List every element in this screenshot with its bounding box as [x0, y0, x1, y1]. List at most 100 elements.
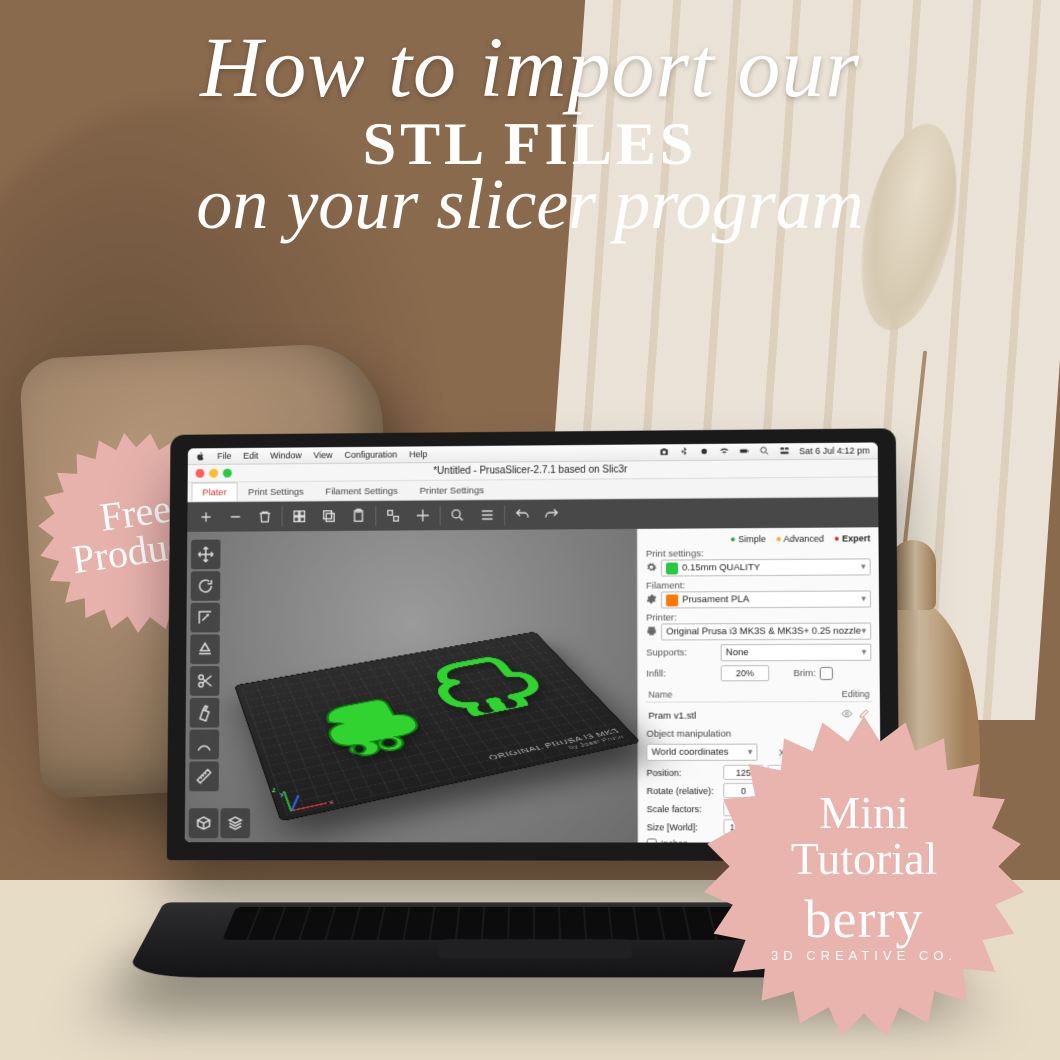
object-name: Pram v1.stl: [648, 710, 696, 721]
brand-logo: berry: [805, 888, 924, 950]
tab-printer-settings[interactable]: Printer Settings: [409, 480, 495, 499]
split-parts-button[interactable]: [410, 504, 436, 528]
trackpad: [437, 939, 632, 958]
infill-row: Infill: 20% Brim:: [646, 665, 871, 682]
move-gizmo[interactable]: [191, 540, 221, 570]
wifi-icon[interactable]: [719, 445, 730, 458]
rotate-gizmo[interactable]: [191, 571, 221, 601]
cut-gizmo[interactable]: [190, 666, 220, 696]
split-objects-button[interactable]: [380, 504, 406, 528]
brim-checkbox[interactable]: [820, 666, 833, 679]
record-icon[interactable]: [699, 445, 710, 458]
menu-item[interactable]: Edit: [243, 451, 258, 461]
print-preset-dropdown[interactable]: 0.15mm QUALITY: [661, 558, 871, 576]
viewport-3d[interactable]: ORIGINAL PRUSA i3 MK3 by Josef Prusa x y…: [185, 529, 638, 843]
control-center-icon[interactable]: [779, 445, 790, 458]
menu-item[interactable]: Window: [270, 450, 302, 460]
separator: [440, 505, 441, 525]
battery-icon[interactable]: [739, 445, 750, 458]
search-button[interactable]: [445, 503, 471, 527]
coord-system-dropdown[interactable]: World coordinates: [646, 744, 757, 761]
printer-dropdown[interactable]: Original Prusa i3 MK3S & MK3S+ 0.25 nozz…: [661, 623, 871, 641]
brand-tagline: 3D CREATIVE CO.: [771, 948, 957, 963]
scale-gizmo[interactable]: [190, 603, 220, 633]
delete-all-button[interactable]: [252, 505, 278, 529]
menu-item[interactable]: Help: [409, 449, 427, 459]
printer-label: Printer:: [646, 612, 716, 623]
dropdown-value: World coordinates: [651, 747, 728, 758]
mode-switch: Simple Advanced Expert: [646, 533, 871, 544]
window-title: *Untitled - PrusaSlicer-2.7.1 based on S…: [433, 464, 627, 476]
undo-button[interactable]: [509, 503, 535, 527]
zoom-window-button[interactable]: [223, 469, 232, 478]
col-name: Name: [648, 689, 841, 700]
dropdown-value: Prusament PLA: [682, 594, 749, 605]
separator: [504, 505, 505, 525]
col-editing: Editing: [842, 689, 870, 699]
infill-label: Infill:: [646, 668, 716, 679]
copy-button[interactable]: [316, 504, 342, 528]
menubar-left: File Edit Window View Configuration Help: [196, 449, 428, 461]
seam-paint-gizmo[interactable]: [189, 730, 219, 760]
eye-icon[interactable]: [841, 708, 852, 722]
badge-text: Tutorial: [791, 836, 938, 882]
view-toolbar: [189, 808, 250, 838]
apple-logo-icon[interactable]: [196, 451, 206, 461]
brim-label: Brim:: [793, 667, 816, 678]
menu-item[interactable]: Configuration: [344, 450, 397, 460]
headline-line1: How to import our: [40, 24, 1020, 110]
paste-button[interactable]: [346, 504, 372, 528]
dropdown-value: None: [726, 647, 749, 658]
gear-icon[interactable]: [646, 625, 657, 639]
dropdown-value: 0.15mm QUALITY: [682, 562, 760, 573]
separator: [282, 507, 283, 527]
row-label: Size [World]:: [647, 822, 720, 832]
close-window-button[interactable]: [196, 469, 205, 478]
menubar-clock[interactable]: Sat 6 Jul 4:12 pm: [799, 446, 870, 457]
filament-color-swatch[interactable]: [666, 594, 678, 606]
inches-input[interactable]: [647, 838, 657, 842]
headline-line3: on your slicer program: [40, 168, 1020, 240]
filament-label: Filament:: [646, 580, 716, 591]
view-3d-button[interactable]: [189, 808, 219, 838]
filament-dropdown[interactable]: Prusament PLA: [661, 590, 871, 608]
minimize-window-button[interactable]: [209, 469, 218, 478]
gear-icon[interactable]: [646, 561, 657, 575]
headline: How to import our STL FILES on your slic…: [40, 24, 1020, 240]
preset-swatch: [666, 562, 678, 574]
object-list: Pram v1.stl: [646, 706, 872, 725]
print-settings-label: Print settings:: [646, 548, 716, 559]
tab-plater[interactable]: Plater: [191, 482, 237, 501]
badge-text: Mini: [819, 790, 908, 836]
measure-gizmo[interactable]: [189, 761, 219, 791]
mode-expert[interactable]: Expert: [834, 533, 870, 543]
camera-icon[interactable]: [659, 446, 670, 459]
row-label: Position:: [646, 767, 719, 777]
menu-item[interactable]: File: [217, 451, 231, 461]
supports-dropdown[interactable]: None: [721, 644, 872, 662]
delete-button[interactable]: [223, 505, 249, 529]
variable-layer-button[interactable]: [474, 503, 500, 527]
search-icon[interactable]: [759, 445, 770, 458]
supports-row: Supports: None: [646, 644, 871, 662]
print-bed: ORIGINAL PRUSA i3 MK3 by Josef Prusa x y…: [235, 632, 639, 821]
redo-button[interactable]: [539, 503, 565, 527]
dropdown-value: Original Prusa i3 MK3S & MK3S+ 0.25 nozz…: [666, 626, 861, 638]
gear-icon[interactable]: [646, 593, 657, 607]
infill-value[interactable]: 20%: [721, 665, 770, 681]
view-layers-button[interactable]: [220, 808, 250, 838]
row-label: Scale factors:: [647, 804, 720, 814]
tab-filament-settings[interactable]: Filament Settings: [315, 481, 409, 500]
mode-advanced[interactable]: Advanced: [776, 534, 824, 544]
object-list-header: Name Editing: [646, 689, 871, 703]
paint-supports-gizmo[interactable]: [190, 698, 220, 728]
object-row[interactable]: Pram v1.stl: [646, 706, 872, 725]
add-button[interactable]: [193, 505, 219, 529]
place-on-face-gizmo[interactable]: [190, 634, 220, 664]
filament: Filament: Prusament PLA: [646, 579, 871, 608]
tab-print-settings[interactable]: Print Settings: [237, 482, 314, 501]
bluetooth-icon[interactable]: [679, 446, 690, 459]
arrange-button[interactable]: [286, 504, 312, 528]
menu-item[interactable]: View: [313, 450, 332, 460]
mode-simple[interactable]: Simple: [730, 534, 766, 544]
